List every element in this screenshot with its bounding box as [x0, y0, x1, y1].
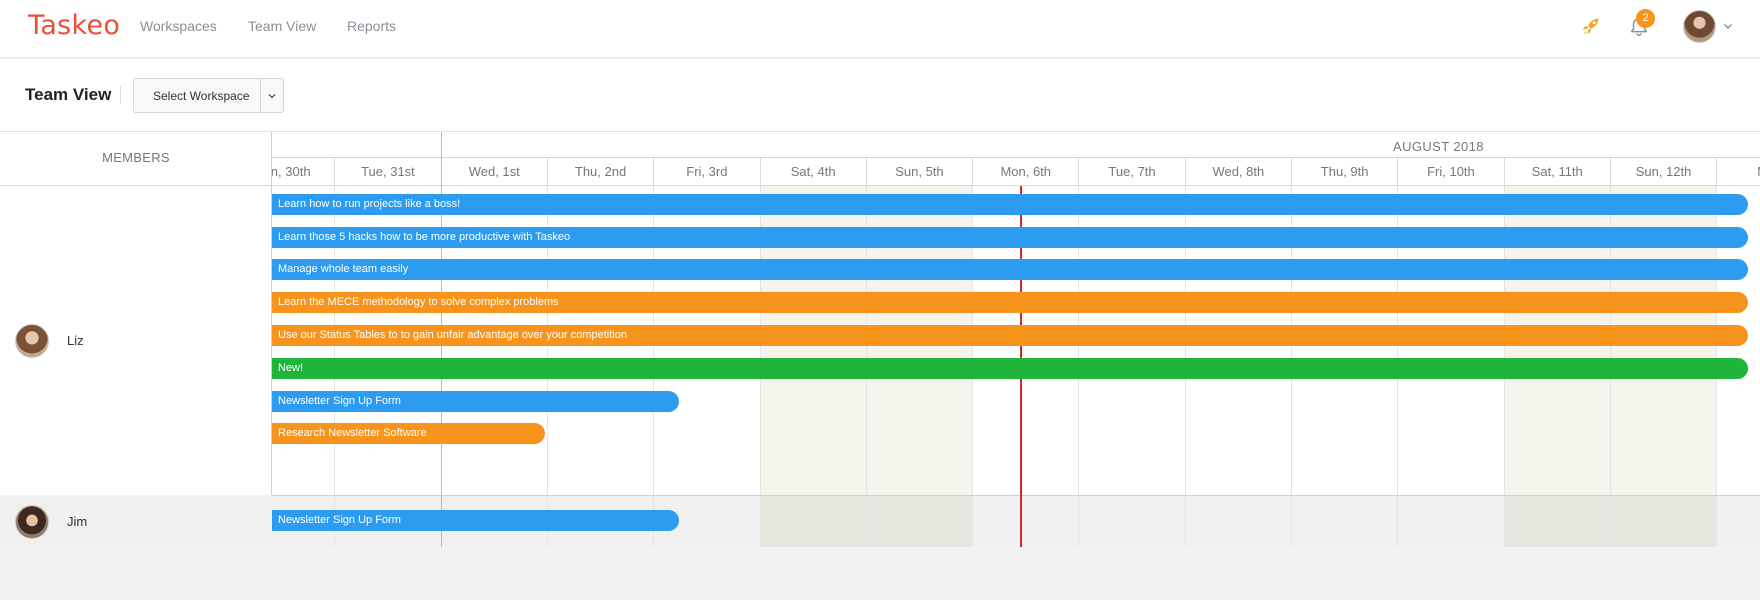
day-header: Mon, 30thTue, 31stWed, 1stThu, 2ndFri, 3… [272, 158, 1760, 186]
notification-badge: 2 [1636, 9, 1655, 28]
task-bar[interactable]: Learn how to run projects like a boss! [272, 194, 1748, 215]
nav-team-view[interactable]: Team View [248, 18, 316, 34]
team-timeline: MEMBERS Liz Jim AUGUST 2018 Mon, 30thTue… [0, 132, 1760, 547]
workspace-select-label: Select Workspace [153, 89, 250, 103]
chevron-down-icon[interactable] [266, 90, 278, 102]
weekend-shade [1610, 495, 1717, 547]
chevron-down-icon[interactable] [1722, 20, 1734, 32]
task-bar[interactable]: Manage whole team easily [272, 259, 1748, 280]
top-navbar: Taskeo Workspaces Team View Reports 2 [0, 0, 1760, 58]
day-header-cell: Mon, 6th [972, 158, 1078, 186]
task-bar[interactable]: Use our Status Tables to to gain unfair … [272, 325, 1748, 346]
member-name: Liz [67, 333, 84, 348]
page-header: Team View Select Workspace [0, 59, 1760, 132]
task-bar[interactable]: Learn those 5 hacks how to be more produ… [272, 227, 1748, 248]
task-bar[interactable]: Newsletter Sign Up Form [272, 510, 679, 531]
user-avatar[interactable] [1683, 10, 1716, 43]
task-bar[interactable]: Research Newsletter Software [272, 423, 545, 444]
members-label: MEMBERS [102, 150, 170, 165]
day-header-cell: Wed, 8th [1184, 158, 1291, 186]
avatar [15, 324, 49, 358]
page-title: Team View [25, 85, 112, 104]
select-separator [260, 79, 261, 112]
workspace-select[interactable]: Select Workspace [133, 78, 284, 113]
task-bar[interactable]: New! [272, 358, 1748, 379]
member-row-jim[interactable]: Jim [0, 495, 272, 547]
member-row-separator [272, 495, 1760, 496]
weekend-shade [1504, 495, 1610, 547]
weekend-shade [760, 495, 866, 547]
day-header-cell: Sat, 4th [759, 158, 866, 186]
day-header-cell: Sun, 5th [865, 158, 972, 186]
app-logo[interactable]: Taskeo [28, 10, 120, 41]
day-header-cell: Mon, 30th [272, 158, 334, 186]
member-name: Jim [67, 514, 88, 529]
month-label: AUGUST 2018 [1393, 139, 1484, 154]
rocket-icon[interactable] [1580, 15, 1602, 37]
day-header-cell: Tue, 31st [334, 158, 440, 186]
day-header-cell: Wed, 1st [440, 158, 547, 186]
day-header-cell: Fri, 3rd [653, 158, 759, 186]
day-header-cell: Tue, 7th [1078, 158, 1184, 186]
weekend-shade [866, 495, 973, 547]
member-row-liz[interactable]: Liz [0, 186, 272, 495]
members-header: MEMBERS [0, 132, 272, 186]
task-bar[interactable]: Learn the MECE methodology to solve comp… [272, 292, 1748, 313]
title-divider [120, 86, 121, 104]
members-column: Liz Jim [0, 186, 272, 547]
day-header-cell: Fri, 10th [1397, 158, 1503, 186]
day-header-cell: Thu, 9th [1291, 158, 1397, 186]
nav-workspaces[interactable]: Workspaces [140, 18, 217, 34]
day-header-cell: Mon [1716, 158, 1760, 186]
day-header-cell: Sun, 12th [1609, 158, 1716, 186]
day-header-cell: Sat, 11th [1503, 158, 1610, 186]
task-bar[interactable]: Newsletter Sign Up Form [272, 391, 679, 412]
nav-reports[interactable]: Reports [347, 18, 396, 34]
month-header: AUGUST 2018 [272, 132, 1760, 158]
timeline-grid: AUGUST 2018 Mon, 30thTue, 31stWed, 1stTh… [272, 132, 1760, 547]
avatar [15, 505, 49, 539]
day-header-cell: Thu, 2nd [546, 158, 653, 186]
